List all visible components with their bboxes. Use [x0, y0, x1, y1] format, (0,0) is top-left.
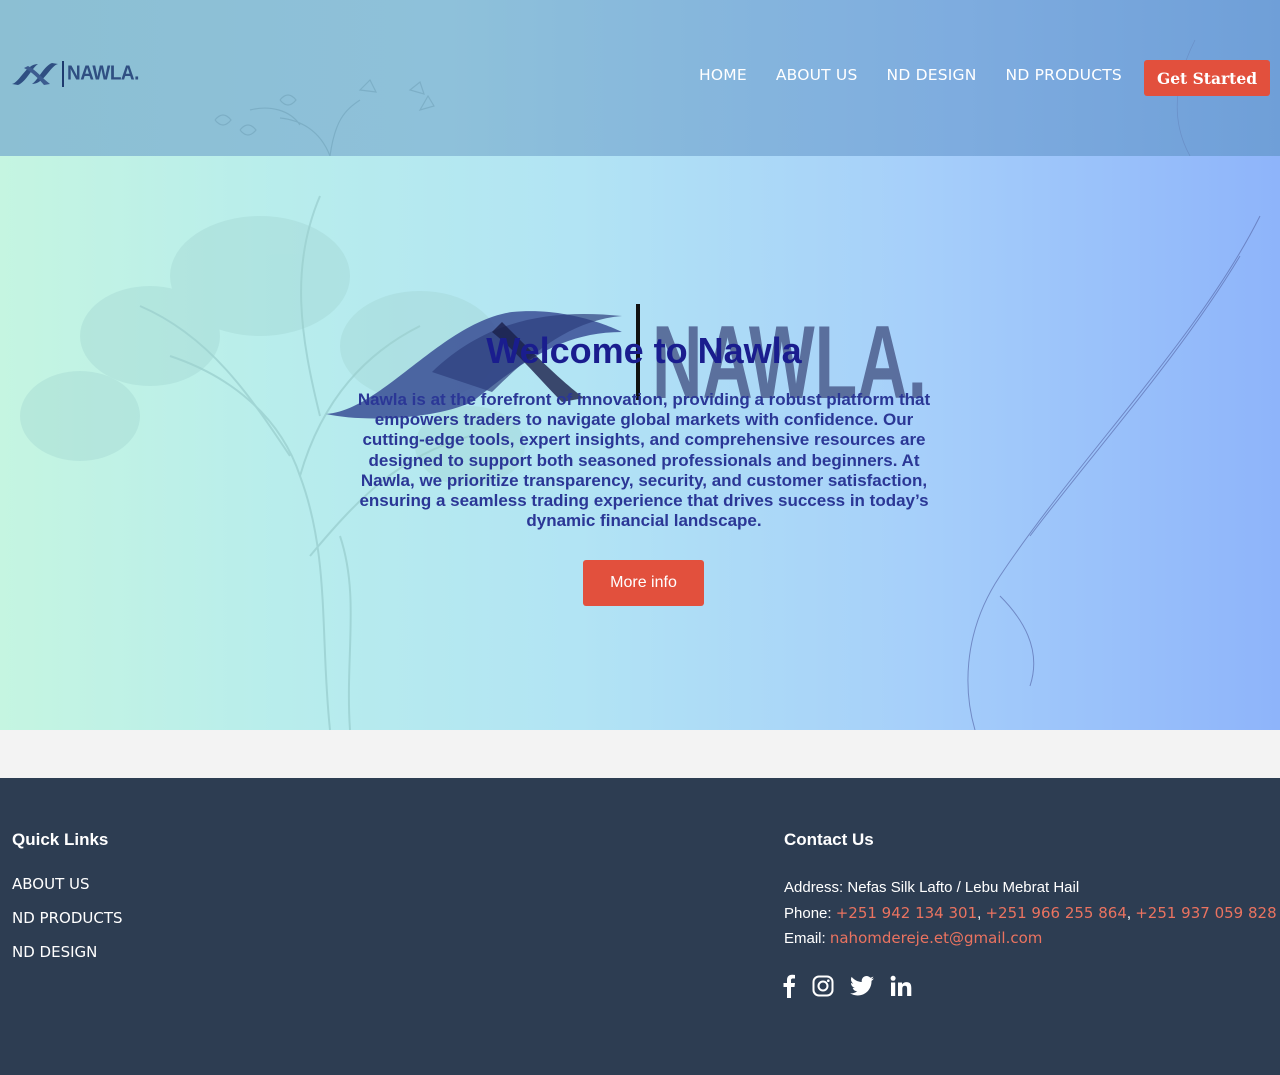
site-header: NAWLA. HOME ABOUT US ND DESIGN ND PRODUC… [0, 0, 1280, 156]
hero-title: Welcome to Nawla [486, 330, 802, 371]
contact-heading: Contact Us [784, 830, 874, 849]
nav-nd-products[interactable]: ND PRODUCTS [1006, 66, 1122, 84]
email-label: Email: [784, 930, 826, 947]
logo-divider [62, 61, 64, 87]
contact-email: Email: nahomdereje.et@gmail.com [784, 926, 1277, 952]
quick-links-heading: Quick Links [12, 830, 109, 849]
address-value: Nefas Silk Lafto / Lebu Mebrat Hail [847, 879, 1080, 896]
get-started-button[interactable]: Get Started [1144, 60, 1270, 96]
facebook-icon[interactable] [782, 974, 796, 998]
section-spacer [0, 730, 1280, 778]
phone-link-2[interactable]: +251 966 255 864 [985, 904, 1126, 922]
quick-links-list: ABOUT US ND PRODUCTS ND DESIGN [12, 875, 123, 977]
nav-about-us[interactable]: ABOUT US [776, 66, 858, 84]
address-label: Address: [784, 879, 844, 896]
footer-link-nd-products[interactable]: ND PRODUCTS [12, 909, 123, 943]
twitter-icon[interactable] [850, 976, 874, 996]
hero-description: Nawla is at the forefront of innovation,… [357, 390, 931, 531]
instagram-icon[interactable] [812, 975, 834, 997]
contact-info: Address: Nefas Silk Lafto / Lebu Mebrat … [784, 876, 1277, 952]
phone-label: Phone: [784, 904, 832, 922]
email-link[interactable]: nahomdereje.et@gmail.com [830, 929, 1043, 947]
site-footer: Quick Links ABOUT US ND PRODUCTS ND DESI… [0, 778, 1280, 1075]
site-logo[interactable]: NAWLA. [10, 60, 139, 88]
social-links [782, 974, 928, 998]
phone-link-1[interactable]: +251 942 134 301 [836, 904, 977, 922]
logo-mark-icon [12, 63, 58, 85]
nav-home[interactable]: HOME [699, 66, 747, 84]
footer-link-about-us[interactable]: ABOUT US [12, 875, 123, 909]
footer-link-nd-design[interactable]: ND DESIGN [12, 943, 123, 977]
contact-address: Address: Nefas Silk Lafto / Lebu Mebrat … [784, 876, 1277, 901]
main-nav: HOME ABOUT US ND DESIGN ND PRODUCTS [699, 66, 1151, 84]
contact-phone: Phone: +251 942 134 301, +251 966 255 86… [784, 903, 1277, 922]
hero-section: NAWLA. Welcome to Nawla Nawla is at the … [0, 156, 1280, 730]
more-info-button[interactable]: More info [583, 560, 704, 606]
linkedin-icon[interactable] [890, 975, 912, 997]
phone-link-3[interactable]: +251 937 059 828 [1135, 904, 1276, 922]
logo-text: NAWLA. [67, 62, 139, 85]
nav-nd-design[interactable]: ND DESIGN [887, 66, 977, 84]
